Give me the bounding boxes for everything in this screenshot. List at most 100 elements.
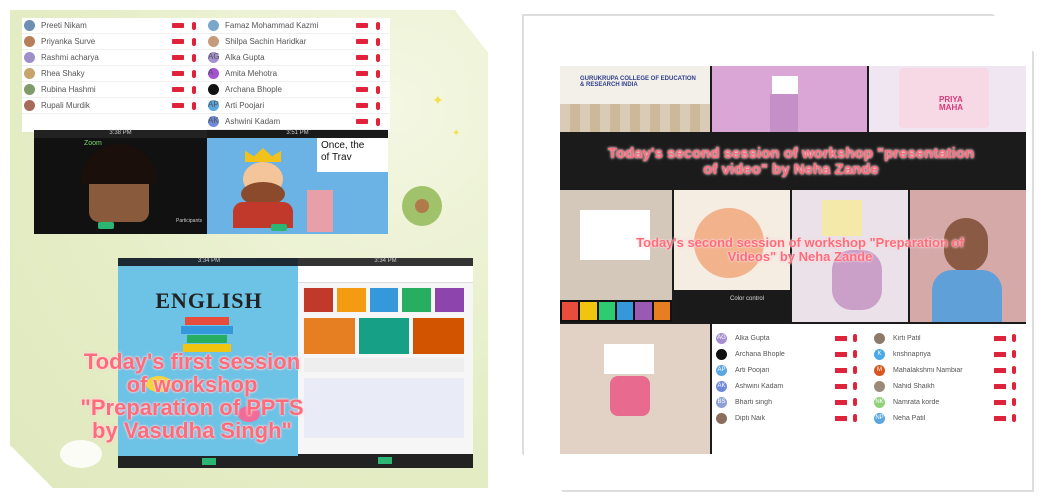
- mic-muted-icon[interactable]: [1012, 334, 1016, 342]
- video-tile-child-holding-paper[interactable]: [560, 324, 710, 454]
- participant-row[interactable]: AK Ashwini Kadam: [712, 378, 867, 394]
- mic-muted-icon[interactable]: [1012, 350, 1016, 358]
- video-off-icon[interactable]: [356, 71, 368, 76]
- search-bar[interactable]: [298, 266, 473, 283]
- mic-muted-icon[interactable]: [376, 53, 380, 62]
- mic-muted-icon[interactable]: [376, 37, 380, 46]
- participant-row[interactable]: Rupali Murdik: [22, 98, 206, 114]
- workshop-caption-second-top: Today's second session of workshop "pres…: [607, 145, 975, 178]
- video-off-icon[interactable]: [835, 415, 847, 421]
- video-off-icon[interactable]: [994, 415, 1006, 421]
- participant-row[interactable]: A Amita Mehotra: [206, 66, 390, 82]
- participant-row[interactable]: AG Alka Gupta: [206, 50, 390, 66]
- story-caption: Once, the of Trav: [317, 138, 388, 172]
- mic-muted-icon[interactable]: [853, 398, 857, 406]
- video-off-icon[interactable]: [172, 87, 184, 92]
- mic-muted-icon[interactable]: [192, 53, 196, 62]
- participant-row[interactable]: Shilpa Sachin Haridkar: [206, 34, 390, 50]
- participant-row[interactable]: Rubina Hashmi: [22, 82, 206, 98]
- castle-tower: [307, 190, 333, 232]
- video-off-icon[interactable]: [994, 399, 1006, 405]
- mic-muted-icon[interactable]: [192, 37, 196, 46]
- mic-muted-icon[interactable]: [376, 101, 380, 110]
- video-off-icon[interactable]: [835, 399, 847, 405]
- mic-muted-icon[interactable]: [853, 350, 857, 358]
- video-off-icon[interactable]: [356, 103, 368, 108]
- participant-row[interactable]: Famaz Mohammad Kazmi: [206, 18, 390, 34]
- video-off-icon[interactable]: [835, 335, 847, 341]
- video-tile-cartoon[interactable]: 3:51 PM Once, the of Trav: [207, 130, 388, 234]
- video-off-icon[interactable]: [835, 367, 847, 373]
- craft-paper: [822, 200, 862, 236]
- participant-row[interactable]: Rhea Shaky: [22, 66, 206, 82]
- video-off-icon[interactable]: [994, 367, 1006, 373]
- mic-muted-icon[interactable]: [853, 366, 857, 374]
- mic-muted-icon[interactable]: [1012, 366, 1016, 374]
- mic-muted-icon[interactable]: [1012, 398, 1016, 406]
- status-bar: 3:34 PM: [118, 258, 300, 266]
- participant-row[interactable]: Kkrishnapriya: [870, 346, 1026, 362]
- color-control-panel[interactable]: Color control: [674, 290, 790, 322]
- mic-muted-icon[interactable]: [192, 21, 196, 30]
- video-off-icon[interactable]: [356, 87, 368, 92]
- mute-button[interactable]: [271, 224, 287, 231]
- video-off-icon[interactable]: [835, 383, 847, 389]
- participant-row[interactable]: AP Arti Poojari: [712, 362, 867, 378]
- mic-muted-icon[interactable]: [376, 117, 380, 126]
- video-off-icon[interactable]: [172, 55, 184, 60]
- participant-row[interactable]: Preeti Nikam: [22, 18, 206, 34]
- video-off-icon[interactable]: [172, 71, 184, 76]
- mic-muted-icon[interactable]: [853, 382, 857, 390]
- participant-row[interactable]: AG Alka Gupta: [712, 330, 867, 346]
- mic-muted-icon[interactable]: [853, 334, 857, 342]
- participant-row[interactable]: AK Ashwini Kadam: [206, 114, 390, 130]
- participant-row[interactable]: Priyanka Surve: [22, 34, 206, 50]
- video-off-icon[interactable]: [356, 55, 368, 60]
- avatar: [24, 84, 35, 95]
- participant-row[interactable]: NP Neha Patil: [870, 410, 1026, 426]
- avatar: [208, 84, 219, 95]
- video-off-icon[interactable]: [356, 23, 368, 28]
- mic-muted-icon[interactable]: [1012, 414, 1016, 422]
- mic-muted-icon[interactable]: [192, 69, 196, 78]
- video-tile-priya[interactable]: PRIYA MAHA: [869, 66, 1026, 132]
- participant-row[interactable]: M Mahalakshmi Nambiar: [870, 362, 1026, 378]
- participant-row[interactable]: Archana Bhople: [712, 346, 867, 362]
- mic-muted-icon[interactable]: [853, 414, 857, 422]
- video-off-icon[interactable]: [172, 23, 184, 28]
- meeting-toolbar[interactable]: [298, 454, 473, 468]
- participant-row[interactable]: BS Bharti singh: [712, 394, 867, 410]
- participant-row[interactable]: Dipti Naik: [712, 410, 867, 426]
- participant-row[interactable]: Nahid Shaikh: [870, 378, 1026, 394]
- video-off-icon[interactable]: [994, 383, 1006, 389]
- mic-muted-icon[interactable]: [192, 101, 196, 110]
- mic-muted-icon[interactable]: [376, 21, 380, 30]
- avatar: [874, 380, 885, 392]
- avatar: A: [208, 68, 219, 79]
- participant-row[interactable]: Kirti Patil: [870, 330, 1026, 346]
- video-off-icon[interactable]: [835, 351, 847, 357]
- avatar: AP: [716, 364, 727, 376]
- video-off-icon[interactable]: [172, 103, 184, 108]
- meeting-toolbar[interactable]: [118, 456, 300, 468]
- mic-muted-icon[interactable]: [376, 69, 380, 78]
- participant-row[interactable]: NK Namrata korde: [870, 394, 1026, 410]
- video-off-icon[interactable]: [356, 39, 368, 44]
- avatar: AP: [208, 100, 219, 111]
- mic-muted-icon[interactable]: [376, 85, 380, 94]
- video-tile-school-banner[interactable]: GURUKRUPA COLLEGE OF EDUCATION & RESEARC…: [560, 66, 710, 132]
- mic-muted-icon[interactable]: [1012, 382, 1016, 390]
- participant-row[interactable]: AP Arti Poojari: [206, 98, 390, 114]
- mic-muted-icon[interactable]: [192, 85, 196, 94]
- color-palette[interactable]: [560, 300, 672, 322]
- participants-label[interactable]: Participants: [176, 218, 202, 224]
- video-tile-presenter[interactable]: 3:38 PM Zoom Participants: [34, 130, 207, 234]
- video-off-icon[interactable]: [356, 119, 368, 124]
- video-off-icon[interactable]: [994, 335, 1006, 341]
- participant-row[interactable]: Archana Bhople: [206, 82, 390, 98]
- participant-row[interactable]: Rashmi acharya: [22, 50, 206, 66]
- video-off-icon[interactable]: [172, 39, 184, 44]
- mute-button[interactable]: [98, 222, 114, 229]
- video-off-icon[interactable]: [994, 351, 1006, 357]
- video-tile-child-drawing[interactable]: [712, 66, 867, 132]
